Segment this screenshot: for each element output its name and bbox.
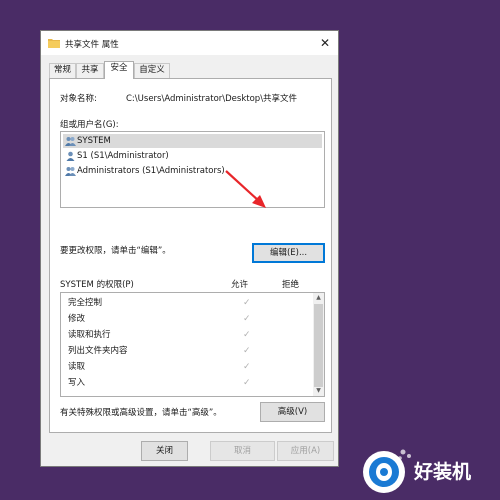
permission-name: 读取和执行 xyxy=(68,330,111,340)
user-name: SYSTEM xyxy=(77,136,111,146)
permission-name: 列出文件夹内容 xyxy=(68,346,128,356)
tab-general[interactable]: 常规 xyxy=(49,63,76,78)
user-item-system[interactable]: SYSTEM xyxy=(63,134,322,148)
close-dialog-button[interactable]: 关闭 xyxy=(141,441,188,461)
scroll-thumb[interactable] xyxy=(314,304,323,387)
watermark: 好装机 xyxy=(360,444,495,496)
permission-row: 读取 ✓ xyxy=(68,359,308,375)
users-group-icon xyxy=(65,137,76,146)
properties-dialog: 共享文件 属性 ✕ 常规 共享 安全 自定义 对象名称: C:\Users\Ad… xyxy=(40,30,339,467)
object-name-value: C:\Users\Administrator\Desktop\共享文件 xyxy=(126,94,298,104)
advanced-button[interactable]: 高级(V) xyxy=(260,402,325,422)
allow-check-icon: ✓ xyxy=(243,362,251,372)
cancel-button[interactable]: 取消 xyxy=(210,441,275,461)
advanced-hint: 有关特殊权限或高级设置，请单击“高级”。 xyxy=(60,408,222,418)
user-name: Administrators (S1\Administrators) xyxy=(77,166,225,176)
watermark-text: 好装机 xyxy=(414,461,472,483)
permission-row: 完全控制 ✓ xyxy=(68,295,308,311)
allow-check-icon: ✓ xyxy=(243,330,251,340)
permissions-label: SYSTEM 的权限(P) xyxy=(60,280,134,290)
folder-icon xyxy=(48,39,60,48)
permission-row: 列出文件夹内容 ✓ xyxy=(68,343,308,359)
permission-name: 完全控制 xyxy=(68,298,103,308)
window-title: 共享文件 属性 xyxy=(65,40,119,50)
close-button[interactable]: ✕ xyxy=(316,34,334,52)
user-icon xyxy=(66,151,75,161)
user-item-s1[interactable]: S1 (S1\Administrator) xyxy=(63,149,169,163)
tab-customize[interactable]: 自定义 xyxy=(134,63,170,78)
apply-button[interactable]: 应用(A) xyxy=(277,441,334,461)
watermark-logo-icon xyxy=(363,449,411,493)
title-bar: 共享文件 属性 ✕ xyxy=(41,31,338,55)
user-list[interactable]: SYSTEM S1 (S1\Administrator) Administrat… xyxy=(60,131,325,208)
permissions-scrollbar[interactable]: ▲ ▼ xyxy=(313,293,324,396)
allow-check-icon: ✓ xyxy=(243,378,251,388)
allow-check-icon: ✓ xyxy=(243,346,251,356)
permission-row: 修改 ✓ xyxy=(68,311,308,327)
user-item-administrators[interactable]: Administrators (S1\Administrators) xyxy=(63,164,225,178)
object-name-label: 对象名称: xyxy=(60,94,97,104)
deny-column-header: 拒绝 xyxy=(282,280,300,290)
tab-sharing[interactable]: 共享 xyxy=(76,63,104,78)
users-group-icon xyxy=(65,167,76,176)
permission-name: 读取 xyxy=(68,362,86,372)
permissions-list[interactable]: 完全控制 ✓ 修改 ✓ 读取和执行 ✓ 列出文件夹内容 ✓ 读取 ✓ 写入 ✓ xyxy=(60,292,325,397)
permission-row: 写入 ✓ xyxy=(68,375,308,391)
permission-name: 修改 xyxy=(68,314,86,324)
tab-security[interactable]: 安全 xyxy=(104,61,134,79)
edit-button[interactable]: 编辑(E)... xyxy=(252,243,325,263)
scroll-down-icon[interactable]: ▼ xyxy=(313,386,324,396)
security-panel: 对象名称: C:\Users\Administrator\Desktop\共享文… xyxy=(49,78,332,433)
edit-hint: 要更改权限，请单击“编辑”。 xyxy=(60,246,171,256)
scroll-up-icon[interactable]: ▲ xyxy=(313,293,324,303)
allow-check-icon: ✓ xyxy=(243,314,251,324)
user-name: S1 (S1\Administrator) xyxy=(77,151,169,161)
permission-name: 写入 xyxy=(68,378,86,388)
allow-check-icon: ✓ xyxy=(243,298,251,308)
allow-column-header: 允许 xyxy=(231,280,249,290)
group-user-label: 组或用户名(G): xyxy=(60,120,119,130)
permission-row: 读取和执行 ✓ xyxy=(68,327,308,343)
